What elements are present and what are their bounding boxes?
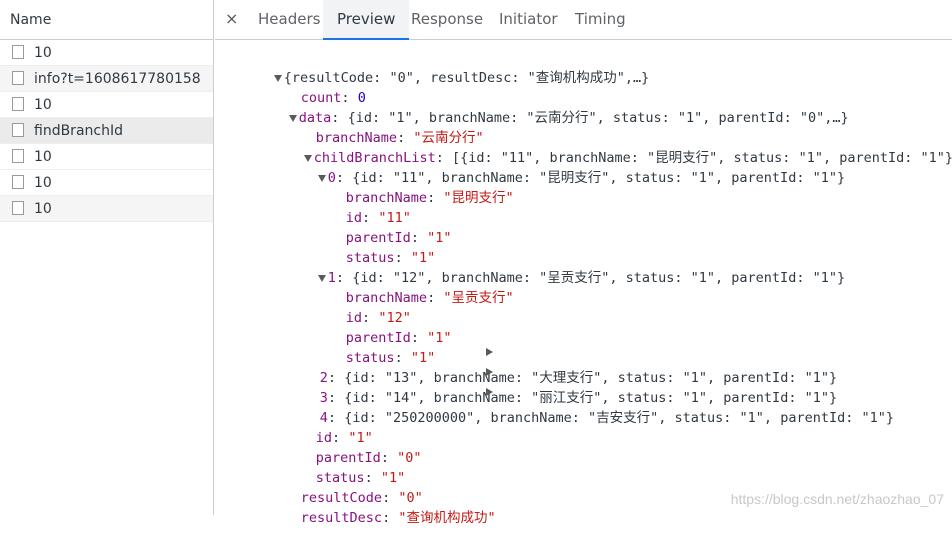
json-child-0-status: status: "1" [345,250,436,266]
json-preview: {resultCode: "0", resultDesc: "查询机构成功",…… [215,42,952,526]
request-name: info?t=1608617780158 [34,71,201,87]
close-icon[interactable]: × [225,10,238,28]
file-icon [12,123,24,137]
json-resultcode: resultCode: "0" [300,490,423,506]
file-icon [12,97,24,111]
detail-tabs: × Headers Preview Response Initiator Tim… [215,0,952,40]
json-child-1-node[interactable]: 1: {id: "12", branchName: "呈贡支行", status… [269,248,845,286]
file-icon [12,175,24,189]
collapse-triangle-icon[interactable] [486,348,493,356]
json-child-1-parentid: parentId: "1" [345,330,452,346]
json-child-0-parentid: parentId: "1" [345,230,452,246]
request-row[interactable]: info?t=1608617780158 [0,66,213,92]
tab-response[interactable]: Response [411,0,483,40]
json-count-property: count: 0 [300,90,366,106]
tab-timing[interactable]: Timing [575,0,626,40]
request-name: 10 [34,45,52,61]
file-icon [12,149,24,163]
json-child-3-node[interactable]: 3: {id: "14", branchName: "丽江支行", status… [271,368,837,406]
request-list-panel: Name 10 info?t=1608617780158 10 findBran… [0,0,214,515]
json-child-1-id: id: "12" [345,310,411,326]
json-child-0-branchname: branchName: "昆明支行" [345,190,514,206]
file-icon [12,45,24,59]
json-branchname-property: branchName: "云南分行" [315,130,484,146]
json-data-status: status: "1" [315,470,406,486]
collapse-triangle-icon[interactable] [486,368,493,376]
json-childbranchlist-node[interactable]: childBranchList: [{id: "11", branchName:… [255,128,952,166]
request-name: 10 [34,149,52,165]
request-row[interactable]: 10 [0,170,213,196]
json-child-0-id: id: "11" [345,210,411,226]
request-name: findBranchId [34,123,123,139]
file-icon [12,201,24,215]
tab-preview[interactable]: Preview [323,0,410,40]
watermark-text: https://blog.csdn.net/zhaozhao_07 [730,491,944,507]
json-child-2-node[interactable]: 2: {id: "13", branchName: "大理支行", status… [271,348,837,386]
file-icon [12,71,24,85]
json-data-parentid: parentId: "0" [315,450,422,466]
name-column-header[interactable]: Name [0,0,213,40]
json-child-0-node[interactable]: 0: {id: "11", branchName: "昆明支行", status… [269,148,845,186]
request-row[interactable]: 10 [0,40,213,66]
request-row[interactable]: 10 [0,92,213,118]
tab-initiator[interactable]: Initiator [499,0,558,40]
json-resultdesc: resultDesc: "查询机构成功" [300,510,496,526]
request-name: 10 [34,201,52,217]
json-child-1-status: status: "1" [345,350,436,366]
collapse-triangle-icon[interactable] [486,388,493,396]
json-child-1-branchname: branchName: "呈贡支行" [345,290,514,306]
json-data-id: id: "1" [315,430,373,446]
detail-panel: × Headers Preview Response Initiator Tim… [215,0,952,526]
tab-headers[interactable]: Headers [258,0,320,40]
request-row[interactable]: 10 [0,144,213,170]
request-row[interactable]: 10 [0,196,213,222]
json-child-4-node[interactable]: 4: {id: "250200000", branchName: "吉安支行",… [271,388,894,426]
request-row-selected[interactable]: findBranchId [0,118,213,144]
json-data-node[interactable]: data: {id: "1", branchName: "云南分行", stat… [240,88,849,126]
request-name: 10 [34,175,52,191]
json-root-node[interactable]: {resultCode: "0", resultDesc: "查询机构成功",…… [225,48,649,86]
request-name: 10 [34,97,52,113]
